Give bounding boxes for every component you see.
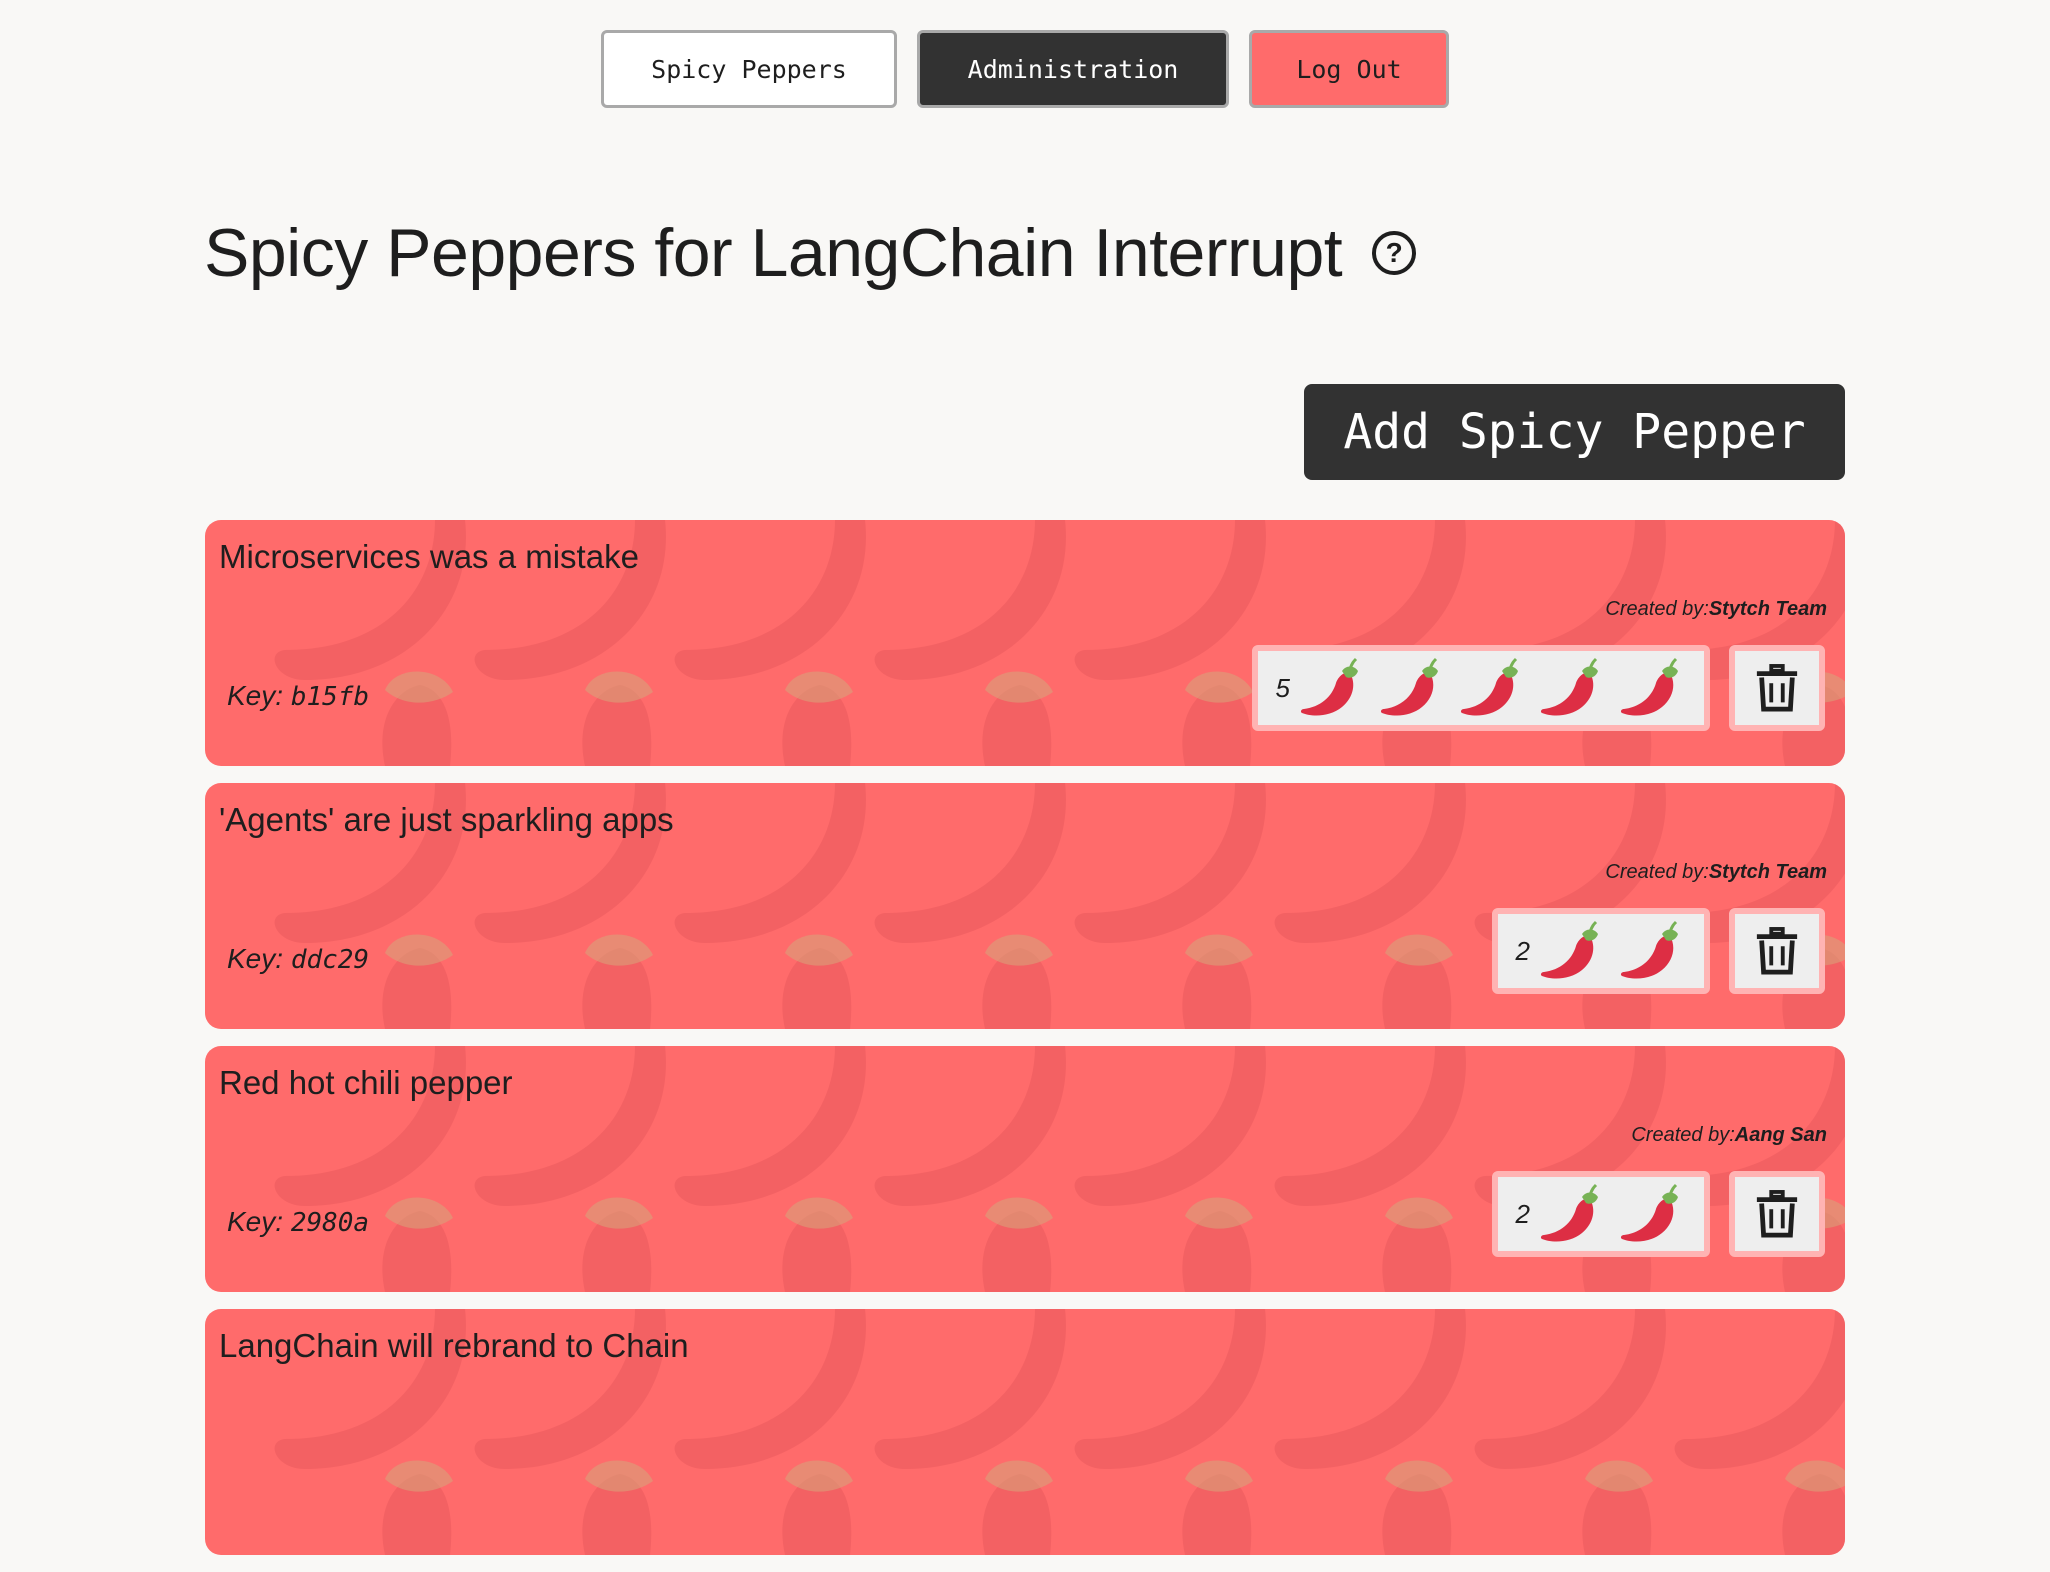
created-by-label: Created by: [1605,598,1709,620]
pepper-key: Key: ddc29 [227,943,369,975]
created-by-label: Created by: [1605,861,1709,883]
spice-rating-count: 2 [1515,935,1530,966]
key-value: ddc29 [290,945,370,975]
key-label: Key: [227,680,284,711]
hot-pepper-icon [1620,1183,1678,1242]
spice-rating-count: 2 [1515,1198,1530,1229]
pepper-title: LangChain will rebrand to Chain [219,1327,689,1364]
pepper-card: Microservices was a mistake Created by:St… [205,520,1845,766]
created-by: Created by:Stytch Team [1605,861,1827,884]
pepper-card: 'Agents' are just sparkling apps Created … [205,783,1845,1029]
pepper-title: Microservices was a mistake [219,538,639,575]
key-value: b15fb [290,682,370,712]
trash-icon [1756,664,1798,712]
question-circle-icon[interactable]: ? [1372,231,1417,275]
title-row: Spicy Peppers for LangChain Interrupt ? [204,214,1417,292]
hot-pepper-icon [1460,657,1518,716]
hot-pepper-icon [1540,657,1598,716]
created-by: Created by:Aang San [1631,1124,1827,1147]
hot-pepper-icon [1620,920,1678,979]
pepper-card: LangChain will rebrand to Chain [205,1309,1845,1555]
creator-name: Stytch Team [1708,598,1827,620]
pepper-key: Key: b15fb [227,680,369,712]
pepper-list: Microservices was a mistake Created by:St… [205,520,1845,1572]
log-out-button[interactable]: Log Out [1249,30,1449,108]
pepper-title: 'Agents' are just sparkling apps [219,801,674,838]
pepper-card: Red hot chili pepper Created by:Aang San K… [205,1046,1845,1292]
key-label: Key: [227,943,284,974]
hot-pepper-icon [1540,920,1598,979]
delete-button[interactable] [1729,1171,1825,1257]
administration-nav-button[interactable]: Administration [917,30,1229,108]
hot-pepper-icon [1620,657,1678,716]
page-title: Spicy Peppers for LangChain Interrupt [204,215,1343,291]
trash-icon [1756,1190,1798,1238]
delete-button[interactable] [1729,645,1825,731]
spice-rating[interactable]: 2 [1491,908,1710,994]
add-spicy-pepper-button[interactable]: Add Spicy Pepper [1304,384,1845,480]
created-by-label: Created by: [1631,1124,1735,1146]
spice-rating[interactable]: 5 [1251,645,1710,731]
trash-icon [1756,927,1798,975]
spice-rating[interactable]: 2 [1491,1171,1710,1257]
spice-rating-count: 5 [1275,672,1290,703]
pepper-key: Key: 2980a [227,1206,369,1238]
top-nav: Spicy Peppers Administration Log Out [0,30,2050,108]
creator-name: Stytch Team [1708,861,1827,883]
hot-pepper-icon [1540,1183,1598,1242]
pepper-title: Red hot chili pepper [219,1064,513,1101]
creator-name: Aang San [1734,1124,1827,1146]
hot-pepper-icon [1300,657,1358,716]
hot-pepper-icon [1380,657,1438,716]
spicy-peppers-nav-button[interactable]: Spicy Peppers [601,30,897,108]
delete-button[interactable] [1729,908,1825,994]
key-value: 2980a [290,1208,370,1238]
created-by: Created by:Stytch Team [1605,598,1827,621]
key-label: Key: [227,1206,284,1237]
